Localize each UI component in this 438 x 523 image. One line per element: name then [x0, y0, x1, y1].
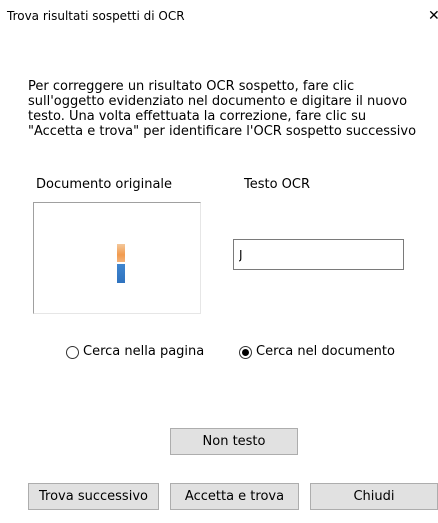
original-document-preview	[33, 202, 201, 314]
title-bar: Trova risultati sospetti di OCR ✕	[0, 0, 438, 32]
find-suspect-ocr-dialog: Trova risultati sospetti di OCR ✕ Per co…	[0, 0, 438, 523]
radio-selected-icon[interactable]	[239, 345, 252, 359]
instructions-text: Per correggere un risultato OCR sospetto…	[28, 79, 417, 139]
radio-unselected-icon[interactable]	[66, 345, 79, 359]
suspect-character-image-bottom	[117, 264, 125, 283]
non-text-button[interactable]: Non testo	[170, 428, 298, 455]
ocr-text-label: Testo OCR	[244, 177, 311, 192]
search-document-radio[interactable]: Cerca nel documento	[239, 344, 395, 360]
ocr-text-field[interactable]	[233, 239, 404, 270]
original-document-label: Documento originale	[36, 177, 173, 192]
close-icon[interactable]: ✕	[412, 2, 438, 30]
find-next-button[interactable]: Trova successivo	[28, 483, 159, 510]
accept-and-find-button[interactable]: Accetta e trova	[170, 483, 299, 510]
close-button[interactable]: Chiudi	[310, 483, 438, 510]
search-document-label: Cerca nel documento	[256, 344, 395, 359]
window-title: Trova risultati sospetti di OCR	[7, 9, 185, 23]
search-page-label: Cerca nella pagina	[83, 344, 205, 359]
suspect-character-image-top	[117, 244, 125, 262]
search-page-radio[interactable]: Cerca nella pagina	[66, 344, 204, 360]
